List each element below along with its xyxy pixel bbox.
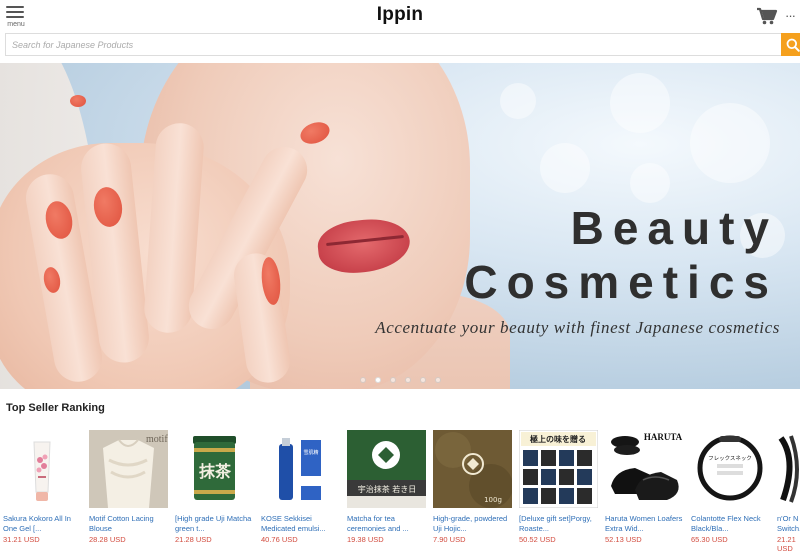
product-name: Matcha for tea ceremonies and ... bbox=[347, 514, 409, 533]
svg-text:フレックスネック: フレックスネック bbox=[708, 455, 752, 462]
svg-text:宇治抹茶 若き日: 宇治抹茶 若き日 bbox=[358, 484, 417, 494]
header: menu Ippin ··· bbox=[0, 0, 800, 32]
svg-text:100g: 100g bbox=[484, 496, 502, 504]
product-name: [Deluxe gift set]Porgy, Roaste... bbox=[519, 514, 592, 533]
carousel-dot-1[interactable] bbox=[360, 377, 366, 383]
svg-text:極上の味を贈る: 極上の味を贈る bbox=[529, 434, 586, 444]
product-image: フレックスネック bbox=[691, 430, 770, 508]
gift-set-image: 極上の味を贈る bbox=[519, 430, 598, 508]
product-price: 65.30 USD bbox=[691, 535, 728, 544]
menu-icon-bar bbox=[6, 11, 24, 13]
site-logo[interactable]: Ippin bbox=[377, 4, 423, 25]
nail-polish bbox=[70, 95, 86, 107]
product-card[interactable]: 抹茶 [High grade Uji Matcha green t... 21.… bbox=[175, 428, 258, 560]
product-name: Colantotte Flex Neck Black/Bla... bbox=[691, 514, 761, 533]
banner-title-line2: Cosmetics bbox=[464, 256, 778, 308]
product-name: [High grade Uji Matcha green t... bbox=[175, 514, 252, 533]
product-image bbox=[777, 430, 800, 508]
section-title: Top Seller Ranking bbox=[6, 402, 105, 414]
product-price: 21.28 USD bbox=[175, 535, 212, 544]
neck-band-image: フレックスネック bbox=[691, 430, 770, 508]
product-card[interactable]: motif Motif Cotton Lacing Blouse 28.28 U… bbox=[89, 428, 172, 560]
svg-text:雪肌精: 雪肌精 bbox=[303, 449, 318, 456]
emulsion-bottle-image: 雪肌精 bbox=[261, 430, 340, 508]
product-image: HARUTA bbox=[605, 430, 684, 508]
product-image: 宇治抹茶 若き日 bbox=[347, 430, 426, 508]
banner-title-line1: Beauty bbox=[570, 202, 778, 254]
product-price: 21.21 USD bbox=[777, 535, 796, 553]
more-icon[interactable]: ··· bbox=[785, 8, 796, 23]
cart-button[interactable] bbox=[756, 7, 778, 25]
product-name: Sakura Kokoro All In One Gel [... bbox=[3, 514, 71, 533]
menu-icon-bar bbox=[6, 16, 24, 18]
blouse-image: motif bbox=[89, 430, 168, 508]
product-image: 抹茶 bbox=[175, 430, 254, 508]
hojicha-powder-image: 100g bbox=[433, 430, 512, 508]
carousel-dot-6[interactable] bbox=[435, 377, 441, 383]
product-price: 40.76 USD bbox=[261, 535, 298, 544]
cart-icon bbox=[757, 7, 778, 25]
product-price: 50.52 USD bbox=[519, 535, 556, 544]
bokeh-light bbox=[690, 103, 770, 183]
product-card[interactable]: 極上の味を贈る [Deluxe gift set]Porgy, Roaste..… bbox=[519, 428, 602, 560]
svg-text:HARUTA: HARUTA bbox=[644, 432, 683, 442]
product-name: High-grade, powdered Uji Hojic... bbox=[433, 514, 508, 533]
product-name: Motif Cotton Lacing Blouse bbox=[89, 514, 154, 533]
hero-banner[interactable]: Beauty Cosmetics Accentuate your beauty … bbox=[0, 63, 800, 389]
product-card[interactable]: HARUTA Haruta Women Loafers Extra Wid...… bbox=[605, 428, 688, 560]
search-bar bbox=[5, 33, 800, 56]
carousel-dots bbox=[360, 377, 441, 385]
product-name: n'Or N Switch... bbox=[777, 514, 800, 533]
product-name: Haruta Women Loafers Extra Wid... bbox=[605, 514, 683, 533]
carousel-dot-4[interactable] bbox=[405, 377, 411, 383]
product-price: 52.13 USD bbox=[605, 535, 642, 544]
product-image: 雪肌精 bbox=[261, 430, 340, 508]
loafers-image: HARUTA bbox=[605, 430, 684, 508]
search-input[interactable] bbox=[5, 33, 781, 56]
product-card[interactable]: Sakura Kokoro All In One Gel [... 31.21 … bbox=[3, 428, 86, 560]
svg-text:motif: motif bbox=[146, 434, 168, 445]
product-price: 7.90 USD bbox=[433, 535, 466, 544]
carousel-dot-3[interactable] bbox=[390, 377, 396, 383]
search-button[interactable] bbox=[781, 33, 800, 56]
search-icon bbox=[786, 38, 800, 52]
banner-subtitle: Accentuate your beauty with finest Japan… bbox=[375, 318, 780, 337]
carousel-dot-2[interactable] bbox=[375, 377, 381, 383]
menu-icon bbox=[6, 6, 24, 8]
bokeh-light bbox=[500, 83, 536, 119]
product-card[interactable]: n'Or N Switch... 21.21 USD bbox=[777, 428, 800, 560]
svg-text:抹茶: 抹茶 bbox=[199, 462, 232, 481]
bokeh-light bbox=[540, 143, 590, 193]
bokeh-light bbox=[630, 163, 670, 203]
product-image: 極上の味を贈る bbox=[519, 430, 598, 508]
product-card[interactable]: 宇治抹茶 若き日 Matcha for tea ceremonies and .… bbox=[347, 428, 430, 560]
gel-tube-image bbox=[3, 430, 82, 508]
product-card[interactable]: フレックスネック Colantotte Flex Neck Black/Bla.… bbox=[691, 428, 774, 560]
product-price: 28.28 USD bbox=[89, 535, 126, 544]
product-card[interactable]: 100g High-grade, powdered Uji Hojic... 7… bbox=[433, 428, 516, 560]
product-card[interactable]: 雪肌精 KOSE Sekkisei Medicated emulsi... 40… bbox=[261, 428, 344, 560]
menu-label: menu bbox=[7, 21, 25, 28]
product-image: 100g bbox=[433, 430, 512, 508]
product-price: 31.21 USD bbox=[3, 535, 40, 544]
bokeh-light bbox=[610, 73, 670, 133]
product-price: 19.38 USD bbox=[347, 535, 384, 544]
product-image: motif bbox=[89, 430, 168, 508]
product-name: KOSE Sekkisei Medicated emulsi... bbox=[261, 514, 326, 533]
ranking-list: Sakura Kokoro All In One Gel [... 31.21 … bbox=[0, 428, 800, 560]
switch-product-image bbox=[777, 430, 800, 508]
menu-button[interactable]: menu bbox=[5, 5, 27, 29]
carousel-dot-5[interactable] bbox=[420, 377, 426, 383]
product-image bbox=[3, 430, 82, 508]
matcha-can-image: 抹茶 bbox=[175, 430, 254, 508]
logo-wrap: Ippin bbox=[0, 4, 800, 26]
matcha-tea-box-image: 宇治抹茶 若き日 bbox=[347, 430, 426, 508]
